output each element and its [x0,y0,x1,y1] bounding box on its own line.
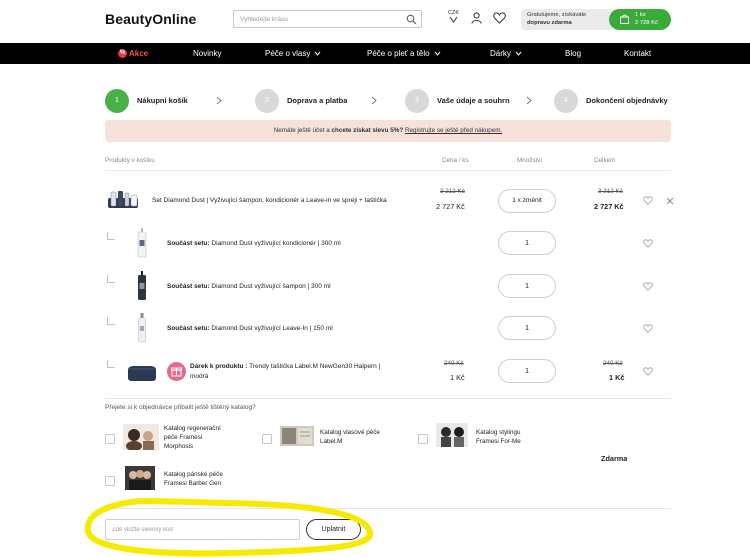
step-label: Nákupní košík [137,96,188,105]
search-input[interactable] [234,11,394,27]
quantity-display: 1 [498,316,556,340]
catalog-label: Katalog stylingu Framesi For-Me [476,429,521,445]
wishlist-heart-icon[interactable] [643,324,653,335]
gift-product-name[interactable]: Dárek k produktu : Trendy taštička Label… [190,362,380,382]
chevron-right-icon [526,96,532,107]
step-label: Doprava a platba [287,96,348,105]
step-number: 3 [405,89,429,113]
catalog-price: Zdarma [601,454,628,463]
old-unit-price: 240 Kč [444,360,464,367]
catalog-label: Katalog regenerační péče Framesi Morphosis [164,425,221,450]
catalog-thumbnail [280,426,314,448]
unit-price: 2 727 Kč [436,202,465,211]
chevron-right-icon [371,96,377,107]
step-label: Dokončení objednávky [586,96,668,105]
remove-item-icon[interactable] [666,197,674,207]
cart-count: 1 ks [635,12,646,18]
set-component-name[interactable]: Součást setu: Diamond Dust vyživující ša… [167,282,331,292]
main-nav: % Akce Novinky Péče o vlasy Péče o pleť a… [0,43,750,64]
nav-item-novinky[interactable]: Novinky [193,43,221,64]
nav-item-akce[interactable]: % Akce [118,43,148,64]
wishlist-heart-icon[interactable] [643,196,653,207]
coupon-code-input[interactable] [106,520,296,539]
catalog-thumbnail [125,466,155,492]
wishlist-heart-icon[interactable] [493,12,506,26]
registration-discount-notice: Nemáte ještě účet a chcete získat slevu … [105,120,671,142]
unit-price: 1 Kč [450,373,465,382]
search-box [233,10,422,28]
register-link[interactable]: Registrujte se ještě před nákupem. [405,127,502,134]
set-component-name[interactable]: Součást setu: Diamond Dust vyživující ko… [167,239,341,249]
set-component-name[interactable]: Součást setu: Diamond Dust vyživující Le… [167,324,333,334]
catalog-label: Katalog pánské péče Framesi Barber Gen [164,471,223,487]
product-thumbnail-shampoo [137,271,147,303]
quantity-display: 1 [498,231,556,255]
quantity-display: 1 [498,274,556,298]
free-shipping-notice: Gratulujeme, získáváte dopravu zdarma [521,9,615,30]
search-icon[interactable] [406,14,417,27]
catalog-thumbnail [123,424,159,452]
user-icon[interactable] [471,12,482,26]
header: BeautyOnline CZK Gratulujeme, získáváte … [0,0,750,43]
nav-item-kontakt[interactable]: Kontakt [624,43,651,64]
logo[interactable]: BeautyOnline [105,11,196,27]
coupon-box [105,519,300,540]
percent-badge-icon: % [118,49,127,59]
chevron-down-icon [314,43,321,64]
quantity-display: 1 [498,359,556,383]
tree-connector [107,360,115,368]
wishlist-heart-icon[interactable] [643,282,653,293]
gift-icon [167,362,186,383]
step-label: Vaše údaje a souhrn [437,96,510,105]
divider [105,398,671,399]
old-unit-price: 3 212 Kč [440,188,465,195]
product-name[interactable]: Set Diamond Dust | Vyživující šampon, ko… [152,196,387,206]
cart-button[interactable]: 1 ks 2 728 Kč [609,9,671,30]
divider [105,508,671,509]
cart-total: 2 728 Kč [635,20,658,26]
old-total-price: 3 212 Kč [598,188,623,195]
nav-item-darky[interactable]: Dárky [490,43,522,64]
catalog-checkbox[interactable] [262,434,272,444]
chevron-right-icon [216,96,222,107]
old-total-price: 240 Kč [603,360,623,367]
catalog-checkbox[interactable] [105,434,115,444]
promo-line2: dopravu zdarma [527,20,572,26]
quantity-change-button[interactable]: 1 x změnit [498,189,556,213]
divider [105,170,671,171]
tree-connector [107,232,115,240]
col-header-total: Celkem [594,157,616,164]
catalog-checkbox[interactable] [105,476,115,486]
shopping-bag-icon [620,14,629,27]
product-thumbnail-set[interactable] [106,190,140,212]
nav-item-blog[interactable]: Blog [565,43,581,64]
step-number: 1 [105,89,129,113]
promo-line1: Gratulujeme, získáváte [527,12,587,18]
currency-chevron-icon[interactable] [449,16,458,26]
catalog-checkbox[interactable] [418,434,428,444]
tree-connector [107,317,115,325]
apply-coupon-button[interactable]: Uplatnit [306,519,361,540]
catalog-label: Katalog vlasové péče Label.M [320,429,380,445]
product-thumbnail-conditioner [137,228,147,260]
col-header-products: Produkty v košíku [105,157,155,164]
nav-item-pece-o-vlasy[interactable]: Péče o vlasy [265,43,321,64]
col-header-price: Cena / ks [442,157,469,164]
step-number: 4 [554,89,578,113]
chevron-down-icon [434,43,441,64]
total-price: 1 Kč [609,373,625,382]
chevron-down-icon [515,43,522,64]
wishlist-heart-icon[interactable] [643,367,653,378]
wishlist-heart-icon[interactable] [643,239,653,250]
product-thumbnail-leave-in [137,313,147,345]
nav-item-pece-o-plet[interactable]: Péče o pleť a tělo [367,43,441,64]
col-header-quantity: Množství [517,157,543,164]
step-number: 2 [255,89,279,113]
tree-connector [107,275,115,283]
total-price: 2 727 Kč [594,202,624,211]
catalog-thumbnail [436,423,468,449]
product-thumbnail-bag [126,364,158,384]
catalog-question: Přejete si k objednávce přibalit ještě t… [105,404,256,411]
